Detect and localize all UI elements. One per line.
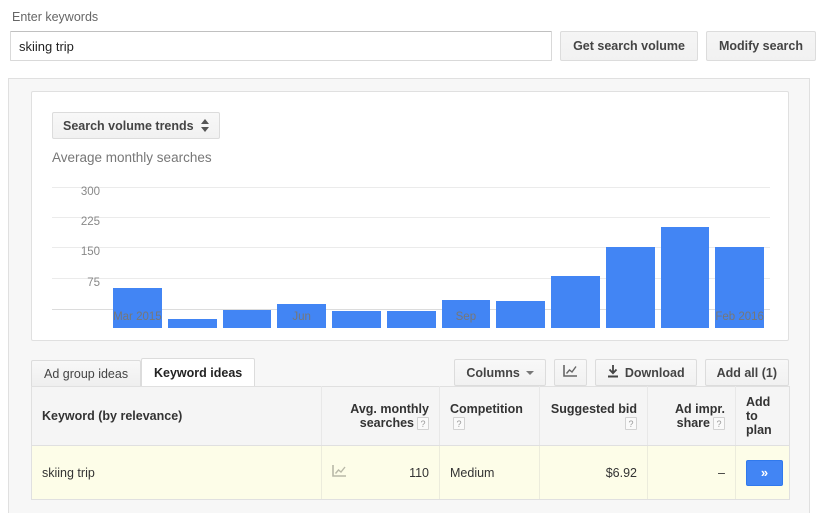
- x-axis-tick-label: Feb 2016: [715, 311, 764, 323]
- enter-keywords-label: Enter keywords: [12, 10, 99, 24]
- y-axis-tick-label: 300: [80, 185, 100, 198]
- download-button-label: Download: [624, 365, 685, 380]
- table-header-cell[interactable]: Suggested bid?: [539, 386, 648, 446]
- table-header-label: Competition: [450, 401, 523, 416]
- bar-chart-plot: 75 150 225 300 Mar 2015 Jun Sep Feb 2016: [52, 172, 770, 329]
- x-axis-tick-label: Mar 2015: [113, 311, 162, 323]
- search-volume-trends-label: Search volume trends: [63, 118, 194, 133]
- chart-bars: [110, 192, 767, 328]
- chart-toggle-button[interactable]: [553, 359, 587, 386]
- chart-title: Average monthly searches: [52, 150, 212, 165]
- x-axis-tick-label: Sep: [455, 311, 477, 323]
- help-icon[interactable]: ?: [417, 417, 429, 431]
- table-header-row: Keyword (by relevance) Avg. monthly searc…: [31, 386, 790, 446]
- keyword-ideas-table: Keyword (by relevance) Avg. monthly searc…: [31, 386, 790, 500]
- cell-keyword[interactable]: skiing trip: [31, 445, 322, 500]
- cell-competition: Medium: [439, 445, 540, 500]
- cell-add-to-plan: »: [735, 445, 790, 500]
- tab-keyword-ideas[interactable]: Keyword ideas: [141, 358, 256, 387]
- columns-button-label: Columns: [466, 365, 520, 380]
- download-button[interactable]: Download: [594, 359, 697, 386]
- cell-ad-impr-share: –: [647, 445, 736, 500]
- columns-button[interactable]: Columns: [454, 359, 546, 386]
- table-header-label: Suggested bid: [550, 401, 637, 416]
- table-header-cell[interactable]: Keyword (by relevance): [31, 386, 322, 446]
- x-axis-tick-label: Jun: [292, 311, 311, 323]
- tabs-and-toolbar: Ad group ideas Keyword ideas Columns Dow…: [31, 357, 789, 387]
- tab-ad-group-ideas-label: Ad group ideas: [44, 367, 129, 381]
- modify-search-button[interactable]: Modify search: [705, 31, 816, 61]
- table-header-cell[interactable]: Avg. monthly searches?: [321, 386, 440, 446]
- tab-ad-group-ideas[interactable]: Ad group ideas: [31, 360, 142, 387]
- table-header-cell[interactable]: Competition?: [439, 386, 540, 446]
- help-icon[interactable]: ?: [713, 417, 725, 431]
- add-to-plan-button[interactable]: »: [746, 459, 783, 486]
- results-panel: Search volume trends Average monthly sea…: [8, 78, 810, 513]
- table-header-cell[interactable]: Ad impr. share?: [647, 386, 736, 446]
- add-all-button-label: Add all (1): [716, 365, 777, 380]
- search-volume-chart-card: Search volume trends Average monthly sea…: [31, 91, 789, 341]
- up-down-arrows-icon: [200, 119, 209, 132]
- table-toolbar: Columns Download Add all (1): [454, 359, 789, 386]
- add-all-button[interactable]: Add all (1): [704, 359, 789, 386]
- line-chart-icon: [563, 364, 578, 381]
- table-body: skiing trip 110 Medium $6.92–»: [31, 445, 790, 500]
- download-icon: [607, 364, 619, 381]
- line-chart-icon[interactable]: [332, 464, 347, 481]
- y-axis-tick-label: 150: [80, 246, 100, 259]
- cell-suggested-bid: $6.92: [539, 445, 648, 500]
- chevron-down-icon: [525, 370, 534, 375]
- gridline: [52, 186, 770, 188]
- keyword-search-input[interactable]: [10, 31, 553, 61]
- table-header-label: Keyword (by relevance): [42, 409, 183, 423]
- help-icon[interactable]: ?: [625, 417, 637, 431]
- tab-keyword-ideas-label: Keyword ideas: [154, 366, 243, 380]
- avg-monthly-searches-value: 110: [409, 465, 429, 480]
- chart-x-axis: Mar 2015 Jun Sep Feb 2016: [110, 311, 767, 329]
- table-header-label: Add to plan: [746, 395, 772, 437]
- table-row[interactable]: skiing trip 110 Medium $6.92–»: [31, 445, 790, 500]
- get-search-volume-button[interactable]: Get search volume: [560, 31, 698, 61]
- keyword-entry-row: Get search volume Modify search: [10, 31, 816, 61]
- y-axis-tick-label: 75: [87, 276, 100, 289]
- search-volume-trends-select[interactable]: Search volume trends: [52, 112, 220, 139]
- table-header-cell[interactable]: Add to plan: [735, 386, 790, 446]
- keyword-entry-section: Enter keywords Get search volume Modify …: [0, 0, 826, 61]
- y-axis-tick-label: 225: [80, 216, 100, 229]
- help-icon[interactable]: ?: [453, 417, 465, 431]
- cell-avg-monthly-searches: 110: [321, 445, 440, 500]
- table-header: Keyword (by relevance) Avg. monthly searc…: [31, 386, 790, 446]
